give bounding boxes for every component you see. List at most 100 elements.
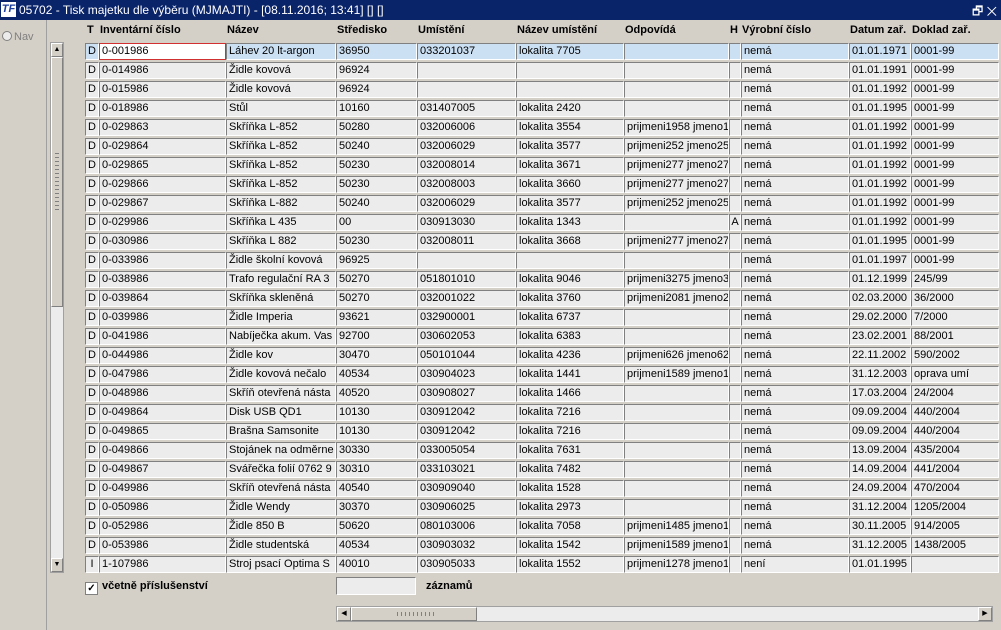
cost-center-cell[interactable]: 40520 [336, 385, 417, 402]
table-row[interactable]: D 0-015986 Židle kovová 96924 nemá 01.01.1992… [0, 80, 1001, 99]
h-cell[interactable] [729, 423, 741, 440]
cost-center-cell[interactable]: 30370 [336, 499, 417, 516]
type-cell[interactable]: D [85, 100, 99, 117]
location-name-cell[interactable]: lokalita 1441 [516, 366, 624, 383]
h-cell[interactable] [729, 252, 741, 269]
location-name-cell[interactable]: lokalita 3660 [516, 176, 624, 193]
acquisition-date-cell[interactable]: 22.11.2002 [849, 347, 911, 364]
acquisition-document-cell[interactable]: 470/2004 [911, 480, 999, 497]
acquisition-date-cell[interactable]: 01.01.1992 [849, 138, 911, 155]
location-cell[interactable] [417, 252, 516, 269]
responsible-cell[interactable] [624, 499, 729, 516]
location-name-cell[interactable]: lokalita 1542 [516, 537, 624, 554]
location-cell[interactable]: 032006029 [417, 195, 516, 212]
acquisition-date-cell[interactable]: 01.01.1997 [849, 252, 911, 269]
type-cell[interactable]: D [85, 385, 99, 402]
location-name-cell[interactable]: lokalita 1552 [516, 556, 624, 573]
acquisition-date-cell[interactable]: 01.01.1992 [849, 214, 911, 231]
inventory-number-cell[interactable]: 0-033986 [99, 252, 226, 269]
location-name-cell[interactable]: lokalita 3760 [516, 290, 624, 307]
inventory-number-cell[interactable]: 0-044986 [99, 347, 226, 364]
acquisition-document-cell[interactable]: 0001-99 [911, 100, 999, 117]
serial-number-cell[interactable]: nemá [741, 252, 849, 269]
table-row[interactable]: D 0-052986 Židle 850 B 50620 080103006 lokali… [0, 517, 1001, 536]
acquisition-document-cell[interactable] [911, 556, 999, 573]
acquisition-date-cell[interactable]: 31.12.2005 [849, 537, 911, 554]
acquisition-document-cell[interactable]: 441/2004 [911, 461, 999, 478]
location-name-cell[interactable]: lokalita 1466 [516, 385, 624, 402]
table-row[interactable]: D 0-041986 Nabíječka akum. Vas 92700 0306020… [0, 327, 1001, 346]
table-row[interactable]: D 0-029864 Skříňka L-852 50240 032006029 loka… [0, 137, 1001, 156]
location-name-cell[interactable]: lokalita 7482 [516, 461, 624, 478]
serial-number-cell[interactable]: nemá [741, 309, 849, 326]
name-cell[interactable]: Láhev 20 lt-argon [226, 43, 336, 60]
type-cell[interactable]: D [85, 366, 99, 383]
inventory-number-cell[interactable]: 0-038986 [99, 271, 226, 288]
table-row[interactable]: D 0-053986 Židle studentská 40534 030903032 l… [0, 536, 1001, 555]
scroll-right-button[interactable]: ▶ [978, 607, 992, 621]
serial-number-cell[interactable]: není [741, 556, 849, 573]
acquisition-date-cell[interactable]: 09.09.2004 [849, 423, 911, 440]
h-cell[interactable] [729, 366, 741, 383]
serial-number-cell[interactable]: nemá [741, 62, 849, 79]
h-cell[interactable] [729, 233, 741, 250]
responsible-cell[interactable]: prijmeni1485 jmeno14 [624, 518, 729, 535]
location-cell[interactable]: 030912042 [417, 404, 516, 421]
type-cell[interactable]: D [85, 309, 99, 326]
responsible-cell[interactable] [624, 328, 729, 345]
column-header-doklad-zar[interactable]: Doklad zař. [912, 24, 971, 36]
serial-number-cell[interactable]: nemá [741, 385, 849, 402]
name-cell[interactable]: Trafo regulační RA 3 [226, 271, 336, 288]
inventory-number-cell[interactable]: 0-029864 [99, 138, 226, 155]
table-row[interactable]: I 1-107986 Stroj psací Optima S 40010 030905… [0, 555, 1001, 574]
table-row[interactable]: D 0-029867 Skříňka L-882 50240 032006029 loka… [0, 194, 1001, 213]
name-cell[interactable]: Skříň otevřená násta [226, 480, 336, 497]
responsible-cell[interactable] [624, 385, 729, 402]
name-cell[interactable]: Stojánek na odměrne [226, 442, 336, 459]
location-name-cell[interactable]: lokalita 6383 [516, 328, 624, 345]
cost-center-cell[interactable]: 93621 [336, 309, 417, 326]
type-cell[interactable]: D [85, 119, 99, 136]
type-cell[interactable]: D [85, 537, 99, 554]
location-cell[interactable]: 080103006 [417, 518, 516, 535]
acquisition-document-cell[interactable]: 440/2004 [911, 423, 999, 440]
location-name-cell[interactable] [516, 62, 624, 79]
serial-number-cell[interactable]: nemá [741, 328, 849, 345]
table-row[interactable]: D 0-049866 Stojánek na odměrne 30330 0330050… [0, 441, 1001, 460]
cost-center-cell[interactable]: 50270 [336, 290, 417, 307]
serial-number-cell[interactable]: nemá [741, 537, 849, 554]
serial-number-cell[interactable]: nemá [741, 176, 849, 193]
table-row[interactable]: D 0-049865 Brašna Samsonite 10130 030912042 l… [0, 422, 1001, 441]
acquisition-document-cell[interactable]: 440/2004 [911, 404, 999, 421]
serial-number-cell[interactable]: nemá [741, 423, 849, 440]
location-cell[interactable]: 032008014 [417, 157, 516, 174]
acquisition-date-cell[interactable]: 01.01.1992 [849, 119, 911, 136]
responsible-cell[interactable]: prijmeni1589 jmeno15 [624, 537, 729, 554]
name-cell[interactable]: Židle kovová nečalo [226, 366, 336, 383]
acquisition-date-cell[interactable]: 01.01.1992 [849, 195, 911, 212]
name-cell[interactable]: Skříňka L-852 [226, 157, 336, 174]
cost-center-cell[interactable]: 50230 [336, 176, 417, 193]
type-cell[interactable]: D [85, 290, 99, 307]
location-cell[interactable]: 032001022 [417, 290, 516, 307]
acquisition-date-cell[interactable]: 02.03.2000 [849, 290, 911, 307]
inventory-number-cell[interactable]: 0-039864 [99, 290, 226, 307]
h-cell[interactable]: A [729, 214, 741, 231]
responsible-cell[interactable]: prijmeni252 jmeno252 [624, 195, 729, 212]
window-controls[interactable]: 🗗 ✕ [972, 2, 997, 23]
acquisition-date-cell[interactable]: 24.09.2004 [849, 480, 911, 497]
cost-center-cell[interactable]: 10130 [336, 404, 417, 421]
responsible-cell[interactable]: prijmeni1958 jmeno19 [624, 119, 729, 136]
type-cell[interactable]: D [85, 442, 99, 459]
acquisition-date-cell[interactable]: 01.01.1992 [849, 157, 911, 174]
inventory-number-cell[interactable]: 0-049864 [99, 404, 226, 421]
type-cell[interactable]: D [85, 499, 99, 516]
location-name-cell[interactable]: lokalita 7631 [516, 442, 624, 459]
serial-number-cell[interactable]: nemá [741, 290, 849, 307]
cost-center-cell[interactable]: 40534 [336, 537, 417, 554]
type-cell[interactable]: D [85, 404, 99, 421]
inventory-number-cell[interactable]: 0-029867 [99, 195, 226, 212]
name-cell[interactable]: Skříňka L-852 [226, 176, 336, 193]
column-header-nazev[interactable]: Název [227, 24, 259, 36]
responsible-cell[interactable]: prijmeni1589 jmeno15 [624, 366, 729, 383]
